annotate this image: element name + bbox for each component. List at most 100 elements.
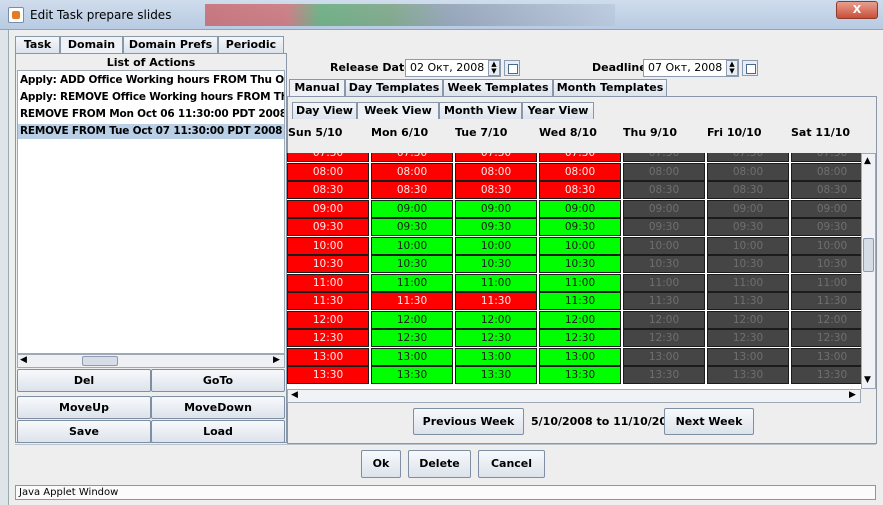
schedule-cell[interactable]: 08:00 [539, 162, 621, 181]
schedule-cell[interactable]: 11:30 [539, 292, 621, 310]
schedule-cell[interactable]: 07:30 [623, 153, 705, 162]
schedule-cell[interactable]: 12:00 [371, 310, 453, 329]
schedule-cell[interactable]: 10:30 [287, 255, 369, 273]
scroll-left-icon[interactable]: ◀ [291, 390, 298, 400]
tab-periodic[interactable]: Periodic [218, 36, 284, 53]
schedule-cell[interactable]: 10:30 [539, 255, 621, 273]
schedule-cell[interactable]: 12:30 [287, 329, 369, 347]
schedule-cell[interactable]: 13:30 [539, 366, 621, 384]
moveup-button[interactable]: MoveUp [17, 396, 151, 419]
scroll-right-icon[interactable]: ▶ [273, 355, 280, 365]
tab-task[interactable]: Task [15, 36, 60, 53]
schedule-cell[interactable]: 11:30 [455, 292, 537, 310]
tab-month-view[interactable]: Month View [439, 102, 522, 119]
tab-manual[interactable]: Manual [289, 79, 345, 96]
schedule-cell[interactable]: 09:00 [623, 199, 705, 218]
schedule-cell[interactable]: 09:30 [371, 218, 453, 236]
schedule-cell[interactable]: 08:30 [287, 181, 369, 199]
schedule-cell[interactable]: 09:30 [455, 218, 537, 236]
schedule-cell[interactable]: 11:00 [707, 273, 789, 292]
schedule-cell[interactable]: 07:30 [455, 153, 537, 162]
schedule-cell[interactable]: 09:00 [287, 199, 369, 218]
schedule-cell[interactable]: 10:30 [455, 255, 537, 273]
schedule-cell[interactable]: 08:00 [371, 162, 453, 181]
schedule-cell[interactable]: 10:00 [455, 236, 537, 255]
next-week-button[interactable]: Next Week [664, 408, 754, 435]
schedule-cell[interactable]: 12:00 [455, 310, 537, 329]
schedule-cell[interactable]: 10:00 [371, 236, 453, 255]
schedule-cell[interactable]: 08:00 [707, 162, 789, 181]
schedule-cell[interactable]: 12:30 [707, 329, 789, 347]
schedule-cell[interactable]: 13:00 [623, 347, 705, 366]
scroll-down-icon[interactable]: ▼ [864, 375, 871, 385]
schedule-cell[interactable]: 08:30 [455, 181, 537, 199]
tab-day-templates[interactable]: Day Templates [345, 79, 443, 96]
schedule-cell[interactable]: 12:00 [287, 310, 369, 329]
schedule-cell[interactable]: 10:00 [623, 236, 705, 255]
schedule-cell[interactable]: 10:30 [791, 255, 861, 273]
schedule-cell[interactable]: 13:00 [539, 347, 621, 366]
schedule-cell[interactable]: 11:00 [455, 273, 537, 292]
schedule-cell[interactable]: 07:30 [791, 153, 861, 162]
schedule-cell[interactable]: 12:30 [455, 329, 537, 347]
schedule-cell[interactable]: 11:30 [623, 292, 705, 310]
schedule-cell[interactable]: 08:30 [371, 181, 453, 199]
schedule-cell[interactable]: 07:30 [539, 153, 621, 162]
schedule-cell[interactable]: 11:00 [539, 273, 621, 292]
schedule-cell[interactable]: 09:30 [791, 218, 861, 236]
schedule-cell[interactable]: 12:30 [791, 329, 861, 347]
release-date-field[interactable]: 02 Окт, 2008 [405, 59, 501, 77]
del-button[interactable]: Del [17, 369, 151, 392]
release-date-spinner[interactable]: ▲ ▼ [488, 60, 500, 76]
schedule-cell[interactable]: 11:00 [287, 273, 369, 292]
schedule-cell[interactable]: 13:30 [791, 366, 861, 384]
schedule-cell[interactable]: 13:30 [707, 366, 789, 384]
calendar-icon[interactable] [504, 60, 520, 76]
schedule-cell[interactable]: 10:00 [287, 236, 369, 255]
schedule-cell[interactable]: 08:00 [455, 162, 537, 181]
schedule-cell[interactable]: 13:30 [455, 366, 537, 384]
schedule-cell[interactable]: 11:30 [791, 292, 861, 310]
tab-day-view[interactable]: Day View [292, 102, 357, 119]
schedule-cell[interactable]: 11:30 [287, 292, 369, 310]
schedule-cell[interactable]: 12:00 [707, 310, 789, 329]
grid-vscroll[interactable]: ▲ ▼ [861, 153, 876, 389]
movedown-button[interactable]: MoveDown [151, 396, 285, 419]
schedule-cell[interactable]: 12:30 [623, 329, 705, 347]
schedule-cell[interactable]: 09:30 [707, 218, 789, 236]
schedule-cell[interactable]: 10:00 [707, 236, 789, 255]
schedule-cell[interactable]: 09:30 [539, 218, 621, 236]
schedule-cell[interactable]: 08:30 [791, 181, 861, 199]
tab-month-templates[interactable]: Month Templates [553, 79, 667, 96]
schedule-cell[interactable]: 13:30 [623, 366, 705, 384]
schedule-cell[interactable]: 09:00 [791, 199, 861, 218]
schedule-cell[interactable]: 09:30 [623, 218, 705, 236]
schedule-cell[interactable]: 13:30 [371, 366, 453, 384]
tab-domain[interactable]: Domain [60, 36, 123, 53]
schedule-cell[interactable]: 12:30 [539, 329, 621, 347]
list-item[interactable]: REMOVE FROM Mon Oct 06 11:30:00 PDT 2008… [20, 107, 284, 122]
schedule-cell[interactable]: 12:30 [371, 329, 453, 347]
list-item-selected[interactable]: REMOVE FROM Tue Oct 07 11:30:00 PDT 2008… [18, 124, 284, 139]
schedule-cell[interactable]: 13:00 [707, 347, 789, 366]
deadline-spinner[interactable]: ▲ ▼ [726, 60, 738, 76]
tab-week-templates[interactable]: Week Templates [443, 79, 553, 96]
schedule-cell[interactable]: 07:30 [707, 153, 789, 162]
scroll-up-icon[interactable]: ▲ [864, 156, 871, 166]
scroll-right-icon[interactable]: ▶ [849, 390, 856, 400]
grid-hscroll[interactable]: ◀ ▶ [287, 389, 861, 403]
close-button[interactable]: X [836, 1, 878, 19]
schedule-cell[interactable]: 11:00 [371, 273, 453, 292]
schedule-cell[interactable]: 12:00 [791, 310, 861, 329]
schedule-cell[interactable]: 10:00 [791, 236, 861, 255]
schedule-cell[interactable]: 10:30 [371, 255, 453, 273]
schedule-cell[interactable]: 13:00 [287, 347, 369, 366]
schedule-cell[interactable]: 10:30 [707, 255, 789, 273]
schedule-cell[interactable]: 12:00 [623, 310, 705, 329]
schedule-cell[interactable]: 11:30 [371, 292, 453, 310]
schedule-cell[interactable]: 08:30 [707, 181, 789, 199]
calendar-icon[interactable] [742, 60, 758, 76]
save-button[interactable]: Save [17, 420, 151, 443]
schedule-cell[interactable]: 10:00 [539, 236, 621, 255]
cancel-button[interactable]: Cancel [478, 450, 545, 478]
